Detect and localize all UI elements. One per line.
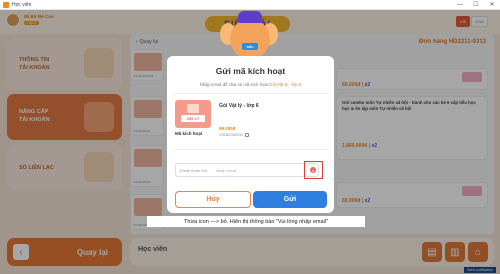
dialog-subtitle: Nhập email để chia sẻ mã kích hoạt Gói V… (167, 82, 334, 87)
clear-email-button[interactable]: × (304, 161, 323, 179)
mascot-body (230, 19, 270, 59)
subtitle-text: Nhập email để chia sẻ mã kích hoạt (199, 82, 268, 87)
window-controls: — ☐ ✕ (452, 0, 500, 10)
course-subject-tag: VẬT LÝ (181, 115, 205, 122)
window-title: Học viên (12, 1, 32, 8)
activation-code-value: CS1BC0D5244 (219, 133, 243, 137)
app-icon (3, 1, 9, 8)
minimize-button[interactable]: — (452, 0, 468, 10)
course-name: Gói Vật lý - lớp 6 (219, 103, 259, 109)
cancel-button[interactable]: Hủy (175, 191, 251, 208)
mascot-hat (238, 11, 262, 23)
divider (173, 93, 328, 94)
review-annotation: Thừa icon ---> bỏ. Hiển thị thông báo "V… (147, 216, 365, 227)
close-circle-icon: × (310, 167, 316, 173)
dialog-title: Gửi mã kích hoạt (215, 66, 286, 76)
copy-icon[interactable] (244, 133, 249, 138)
send-activation-code-dialog: Gửi mã kích hoạt Nhập email để chia sẻ m… (167, 56, 334, 213)
window-titlebar: Học viên — ☐ ✕ (0, 0, 500, 10)
send-button[interactable]: Gửi (253, 191, 327, 208)
maximize-button[interactable]: ☐ (468, 0, 484, 10)
mascot-badge: SIÊU (242, 43, 258, 50)
divider (173, 149, 328, 150)
course-thumbnail: VẬT LÝ (175, 100, 211, 128)
close-button[interactable]: ✕ (484, 0, 500, 10)
email-field-label: Email nhận mã: (180, 168, 208, 173)
book-icon (187, 104, 199, 113)
course-price: 99.000đ (219, 126, 236, 131)
activation-code: CS1BC0D5244 (219, 133, 249, 138)
subtitle-course-link: Gói Vật lý - lớp 6 (269, 82, 302, 87)
activation-code-label: Mã kích hoạt (175, 131, 203, 136)
email-field: Email nhận mã: (175, 163, 319, 177)
email-input[interactable] (216, 166, 306, 175)
